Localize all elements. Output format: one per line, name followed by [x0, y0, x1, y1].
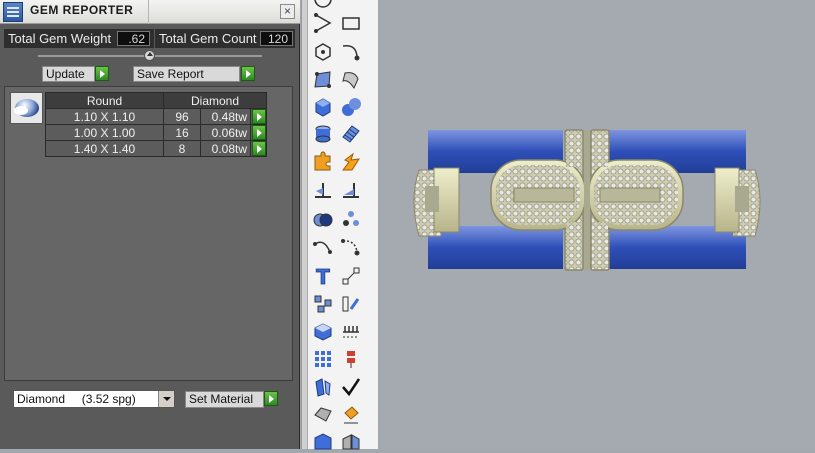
gem-count: 96: [163, 108, 201, 125]
text-icon[interactable]: T: [312, 265, 334, 287]
table-header-row: Round Diamond: [45, 92, 267, 109]
gem-table: Round Diamond 1.10 X 1.10 96 0.48tw 1.00…: [45, 92, 267, 157]
arrow-right-icon[interactable]: [252, 109, 266, 124]
gem-weight: 0.48tw: [200, 108, 251, 125]
gem-count: 8: [163, 140, 201, 157]
curve-icon[interactable]: [340, 41, 362, 63]
title-divider: [148, 0, 149, 24]
triangle-icon[interactable]: [312, 12, 334, 34]
checkmark-icon[interactable]: [340, 376, 362, 398]
total-gem-count-value: 120: [260, 31, 293, 46]
column-header-material: Diamond: [163, 92, 267, 109]
chevron-down-icon[interactable]: [158, 391, 174, 407]
gem-count: 16: [163, 124, 201, 141]
row-select-button[interactable]: [250, 124, 267, 141]
table-row: 1.40 X 1.40 8 0.08tw: [45, 140, 267, 157]
3d-viewport[interactable]: [379, 0, 815, 449]
connect-icon[interactable]: [340, 265, 362, 287]
gem-size: 1.00 X 1.00: [45, 124, 164, 141]
toolbar-grip[interactable]: [302, 0, 308, 449]
paint-icon[interactable]: [340, 403, 362, 425]
arrow-right-icon[interactable]: [252, 125, 266, 140]
boolean-icon[interactable]: [312, 208, 334, 230]
save-report-go-icon[interactable]: [241, 66, 255, 81]
splitter-handle[interactable]: [144, 50, 155, 61]
set-material-button[interactable]: Set Material: [185, 391, 264, 408]
table-row: 1.10 X 1.10 96 0.48tw: [45, 108, 267, 125]
explode-icon[interactable]: [340, 151, 362, 173]
spheres-icon[interactable]: [340, 96, 362, 118]
set-material-go-icon[interactable]: [264, 391, 278, 406]
puzzle-icon[interactable]: [312, 151, 334, 173]
save-report-button[interactable]: Save Report: [133, 66, 240, 82]
title-bar: GEM REPORTER ×: [0, 0, 300, 24]
cylinder-icon[interactable]: [312, 123, 334, 145]
surface-icon[interactable]: [340, 69, 362, 91]
mirror-icon[interactable]: [312, 376, 334, 398]
dots-icon[interactable]: [340, 208, 362, 230]
gem-reporter-panel: GEM REPORTER × Total Gem Weight .62 Tota…: [0, 0, 300, 449]
polygon-icon[interactable]: [312, 41, 334, 63]
block-icon[interactable]: [312, 431, 334, 453]
group-icon[interactable]: [312, 293, 334, 315]
total-gem-weight-value: .62: [117, 31, 150, 46]
box-icon[interactable]: [312, 320, 334, 342]
cut-icon[interactable]: [340, 179, 362, 201]
row-select-button[interactable]: [250, 108, 267, 125]
cube-icon[interactable]: [312, 96, 334, 118]
row-select-button[interactable]: [250, 140, 267, 157]
align-icon[interactable]: [340, 293, 362, 315]
grid-icon[interactable]: [312, 348, 334, 370]
split-icon[interactable]: [312, 179, 334, 201]
table-icon[interactable]: [340, 320, 362, 342]
table-row: 1.00 X 1.00 16 0.06tw: [45, 124, 267, 141]
arrow-right-icon[interactable]: [252, 141, 266, 156]
material-selected-value: Diamond (3.52 spg): [17, 392, 136, 406]
round-diamond-icon: [10, 92, 43, 124]
column-header-shape: Round: [45, 92, 164, 109]
shape-icon[interactable]: [312, 403, 334, 425]
material-dropdown[interactable]: Diamond (3.52 spg): [13, 390, 175, 408]
mesh-icon[interactable]: [340, 123, 362, 145]
gem-size: 1.40 X 1.40: [45, 140, 164, 157]
gem-weight: 0.08tw: [200, 140, 251, 157]
update-go-icon[interactable]: [95, 66, 109, 81]
update-button[interactable]: Update: [42, 66, 95, 82]
split-block-icon[interactable]: [340, 431, 362, 453]
ring-3d-model[interactable]: [379, 0, 815, 449]
arc-icon[interactable]: [312, 236, 334, 258]
circle-icon[interactable]: [312, 0, 334, 10]
svg-text:T: T: [316, 265, 330, 287]
scale-icon[interactable]: [340, 348, 362, 370]
app-logo-icon: [3, 2, 23, 22]
gem-weight: 0.06tw: [200, 124, 251, 141]
node-arc-icon[interactable]: [340, 236, 362, 258]
close-button[interactable]: ×: [280, 4, 295, 19]
tool-palette: T: [301, 0, 378, 450]
rectangle-icon[interactable]: [340, 12, 362, 34]
grid-plane-icon[interactable]: [312, 69, 334, 91]
panel-title: GEM REPORTER: [30, 3, 134, 17]
gem-size: 1.10 X 1.10: [45, 108, 164, 125]
